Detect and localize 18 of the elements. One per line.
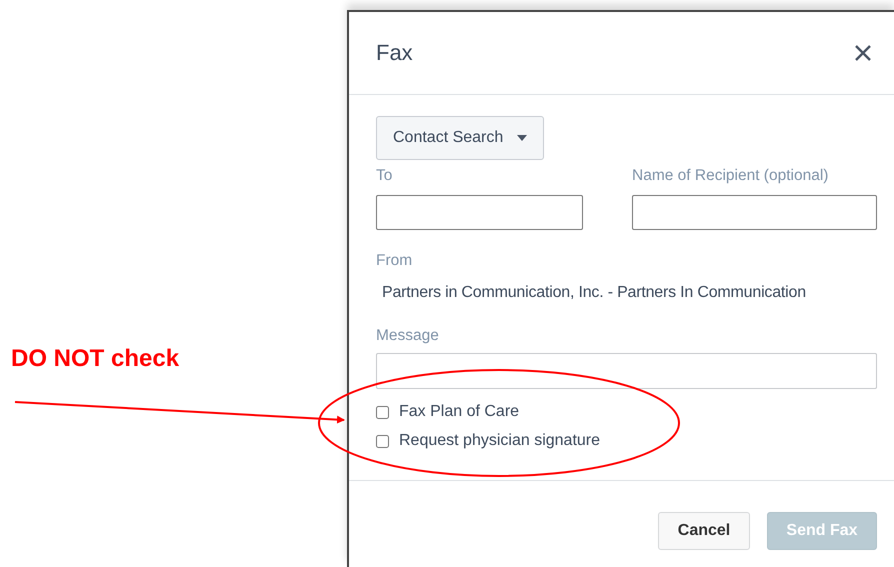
field-label: Message xyxy=(376,327,440,346)
dialog-title: Fax xyxy=(376,40,413,66)
field-label: To xyxy=(376,167,394,186)
input-field[interactable] xyxy=(632,195,877,230)
caret-icon xyxy=(517,135,528,141)
field-label: From xyxy=(376,252,414,271)
input-field[interactable] xyxy=(376,195,583,230)
close-icon[interactable] xyxy=(854,44,872,62)
checkbox[interactable] xyxy=(376,434,389,448)
checkbox-label: Fax Plan of Care xyxy=(399,403,520,421)
cancel-button[interactable]: Cancel xyxy=(658,512,750,550)
contact-search-dropdown[interactable]: Contact Search xyxy=(376,116,544,160)
checkbox-label: Request physician signature xyxy=(399,432,600,450)
field-label: Name of Recipient (optional) xyxy=(632,167,830,186)
annotation-text: DO NOT check xyxy=(11,345,180,373)
sender-text: Partners in Communication, Inc. - Partners In Communication xyxy=(382,284,807,302)
checkbox[interactable] xyxy=(376,406,389,418)
message-field[interactable] xyxy=(376,353,877,389)
